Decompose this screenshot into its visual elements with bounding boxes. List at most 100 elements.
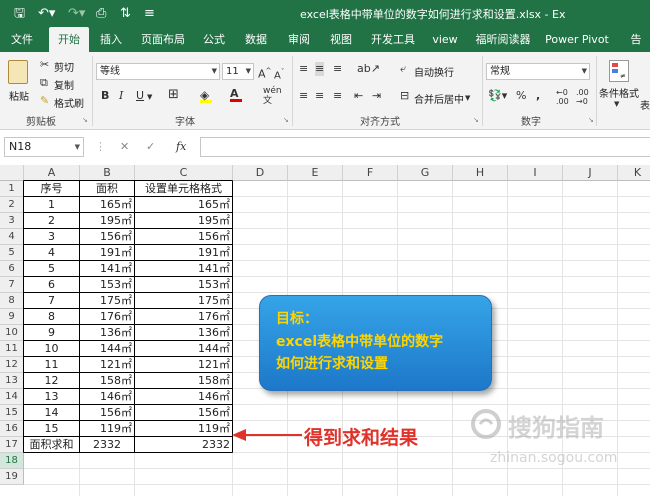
tab-foxit-reader[interactable]: 福昕阅读器: [472, 27, 534, 52]
increase-indent-icon[interactable]: ⇥: [372, 89, 381, 103]
tab-formulas[interactable]: 公式: [198, 27, 230, 52]
table-cell[interactable]: 121㎡: [135, 357, 232, 373]
fill-color-icon[interactable]: ◈: [200, 88, 212, 103]
row-header-1[interactable]: 1: [0, 181, 24, 197]
row-header-7[interactable]: 7: [0, 277, 24, 293]
clipboard-launcher-icon[interactable]: ↘: [82, 116, 88, 124]
table-header-cell[interactable]: 设置单元格格式: [135, 181, 232, 197]
cut-button[interactable]: 剪切: [54, 59, 74, 74]
table-cell[interactable]: 7: [24, 293, 79, 309]
table-cell[interactable]: 121㎡: [80, 357, 134, 373]
tab-view-ext[interactable]: view: [428, 27, 462, 52]
tab-insert[interactable]: 插入: [94, 27, 128, 52]
row-header-12[interactable]: 12: [0, 357, 24, 373]
row-header-9[interactable]: 9: [0, 309, 24, 325]
table-cell[interactable]: 8: [24, 309, 79, 325]
font-launcher-icon[interactable]: ↘: [283, 116, 289, 124]
column-header-h[interactable]: H: [453, 165, 508, 181]
currency-icon[interactable]: 💱▾: [488, 89, 507, 103]
table-cell[interactable]: 175㎡: [135, 293, 232, 309]
column-header-a[interactable]: A: [24, 165, 80, 181]
tab-file[interactable]: 文件: [4, 27, 40, 52]
print-preview-icon[interactable]: ⎙: [96, 5, 106, 22]
tab-page-layout[interactable]: 页面布局: [138, 27, 188, 52]
row-header-2[interactable]: 2: [0, 197, 24, 213]
chevron-down-icon[interactable]: ▼: [465, 91, 470, 105]
scissors-icon[interactable]: ✂: [40, 58, 49, 72]
table-cell[interactable]: 158㎡: [80, 373, 134, 389]
row-header-18[interactable]: 18: [0, 453, 24, 469]
copy-icon[interactable]: ⧉: [40, 76, 48, 90]
alignment-launcher-icon[interactable]: ↘: [473, 116, 479, 124]
table-format-button[interactable]: 表: [640, 97, 650, 112]
table-header-cell[interactable]: 面积: [80, 181, 134, 197]
table-cell[interactable]: 11: [24, 357, 79, 373]
row-header-16[interactable]: 16: [0, 421, 24, 437]
sort-icon[interactable]: ⇅: [120, 5, 131, 22]
table-cell[interactable]: 141㎡: [135, 261, 232, 277]
table-cell[interactable]: 146㎡: [80, 389, 134, 405]
conditional-format-icon[interactable]: ≠: [609, 60, 629, 82]
table-cell[interactable]: 165㎡: [80, 197, 134, 213]
shrink-font-icon[interactable]: Aˇ: [274, 65, 284, 83]
tab-data[interactable]: 数据: [240, 27, 272, 52]
row-header-14[interactable]: 14: [0, 389, 24, 405]
underline-button[interactable]: U: [136, 89, 144, 103]
insert-function-button[interactable]: fx: [176, 140, 186, 154]
align-right-icon[interactable]: ≡: [333, 89, 342, 103]
total-label-cell[interactable]: 面积求和: [24, 437, 79, 453]
row-header-4[interactable]: 4: [0, 229, 24, 245]
redo-icon[interactable]: ↷▾: [68, 5, 85, 22]
table-cell[interactable]: 153㎡: [80, 277, 134, 293]
row-header-15[interactable]: 15: [0, 405, 24, 421]
tab-power-pivot[interactable]: Power Pivot: [544, 27, 610, 52]
table-cell[interactable]: 195㎡: [80, 213, 134, 229]
table-cell[interactable]: 3: [24, 229, 79, 245]
row-header-5[interactable]: 5: [0, 245, 24, 261]
table-cell[interactable]: 1: [24, 197, 79, 213]
row-header-13[interactable]: 13: [0, 373, 24, 389]
column-header-d[interactable]: D: [233, 165, 288, 181]
font-color-icon[interactable]: A: [230, 87, 242, 102]
name-box[interactable]: N18 ▼: [4, 137, 84, 157]
font-name-select[interactable]: 等线 ▼: [96, 63, 220, 80]
table-cell[interactable]: 158㎡: [135, 373, 232, 389]
undo-icon[interactable]: ↶▾: [38, 5, 55, 22]
tab-tell-me[interactable]: 告: [622, 27, 650, 52]
table-cell[interactable]: 6: [24, 277, 79, 293]
row-header-6[interactable]: 6: [0, 261, 24, 277]
tab-developer[interactable]: 开发工具: [368, 27, 418, 52]
column-header-j[interactable]: J: [563, 165, 618, 181]
decrease-decimal-icon[interactable]: .00 →0: [576, 88, 589, 106]
bold-button[interactable]: B: [101, 89, 109, 103]
row-header-11[interactable]: 11: [0, 341, 24, 357]
cancel-icon[interactable]: ✕: [120, 140, 129, 154]
table-cell[interactable]: 195㎡: [135, 213, 232, 229]
select-all-corner[interactable]: [0, 165, 24, 181]
borders-icon[interactable]: ⊞: [168, 88, 179, 102]
wrap-text-icon[interactable]: ⤶: [400, 62, 406, 76]
percent-icon[interactable]: %: [516, 89, 526, 103]
column-header-g[interactable]: G: [398, 165, 453, 181]
orientation-icon[interactable]: ab↗: [357, 62, 380, 76]
table-cell[interactable]: 13: [24, 389, 79, 405]
tab-review[interactable]: 审阅: [283, 27, 315, 52]
column-header-k[interactable]: K: [618, 165, 650, 181]
tab-view[interactable]: 视图: [325, 27, 357, 52]
row-header-10[interactable]: 10: [0, 325, 24, 341]
column-header-c[interactable]: C: [135, 165, 233, 181]
merge-center-button[interactable]: 合并后居中: [414, 91, 464, 106]
table-cell[interactable]: 10: [24, 341, 79, 357]
save-icon[interactable]: 🖫: [14, 5, 25, 22]
table-cell[interactable]: 153㎡: [135, 277, 232, 293]
table-header-cell[interactable]: 序号: [24, 181, 79, 197]
table-cell[interactable]: 2: [24, 213, 79, 229]
enter-icon[interactable]: ✓: [146, 140, 155, 154]
table-cell[interactable]: 14: [24, 405, 79, 421]
table-cell[interactable]: 165㎡: [135, 197, 232, 213]
copy-button[interactable]: 复制: [54, 77, 74, 92]
table-cell[interactable]: 15: [24, 421, 79, 437]
table-cell[interactable]: 146㎡: [135, 389, 232, 405]
column-header-f[interactable]: F: [343, 165, 398, 181]
total-cell[interactable]: 2332: [135, 437, 232, 453]
